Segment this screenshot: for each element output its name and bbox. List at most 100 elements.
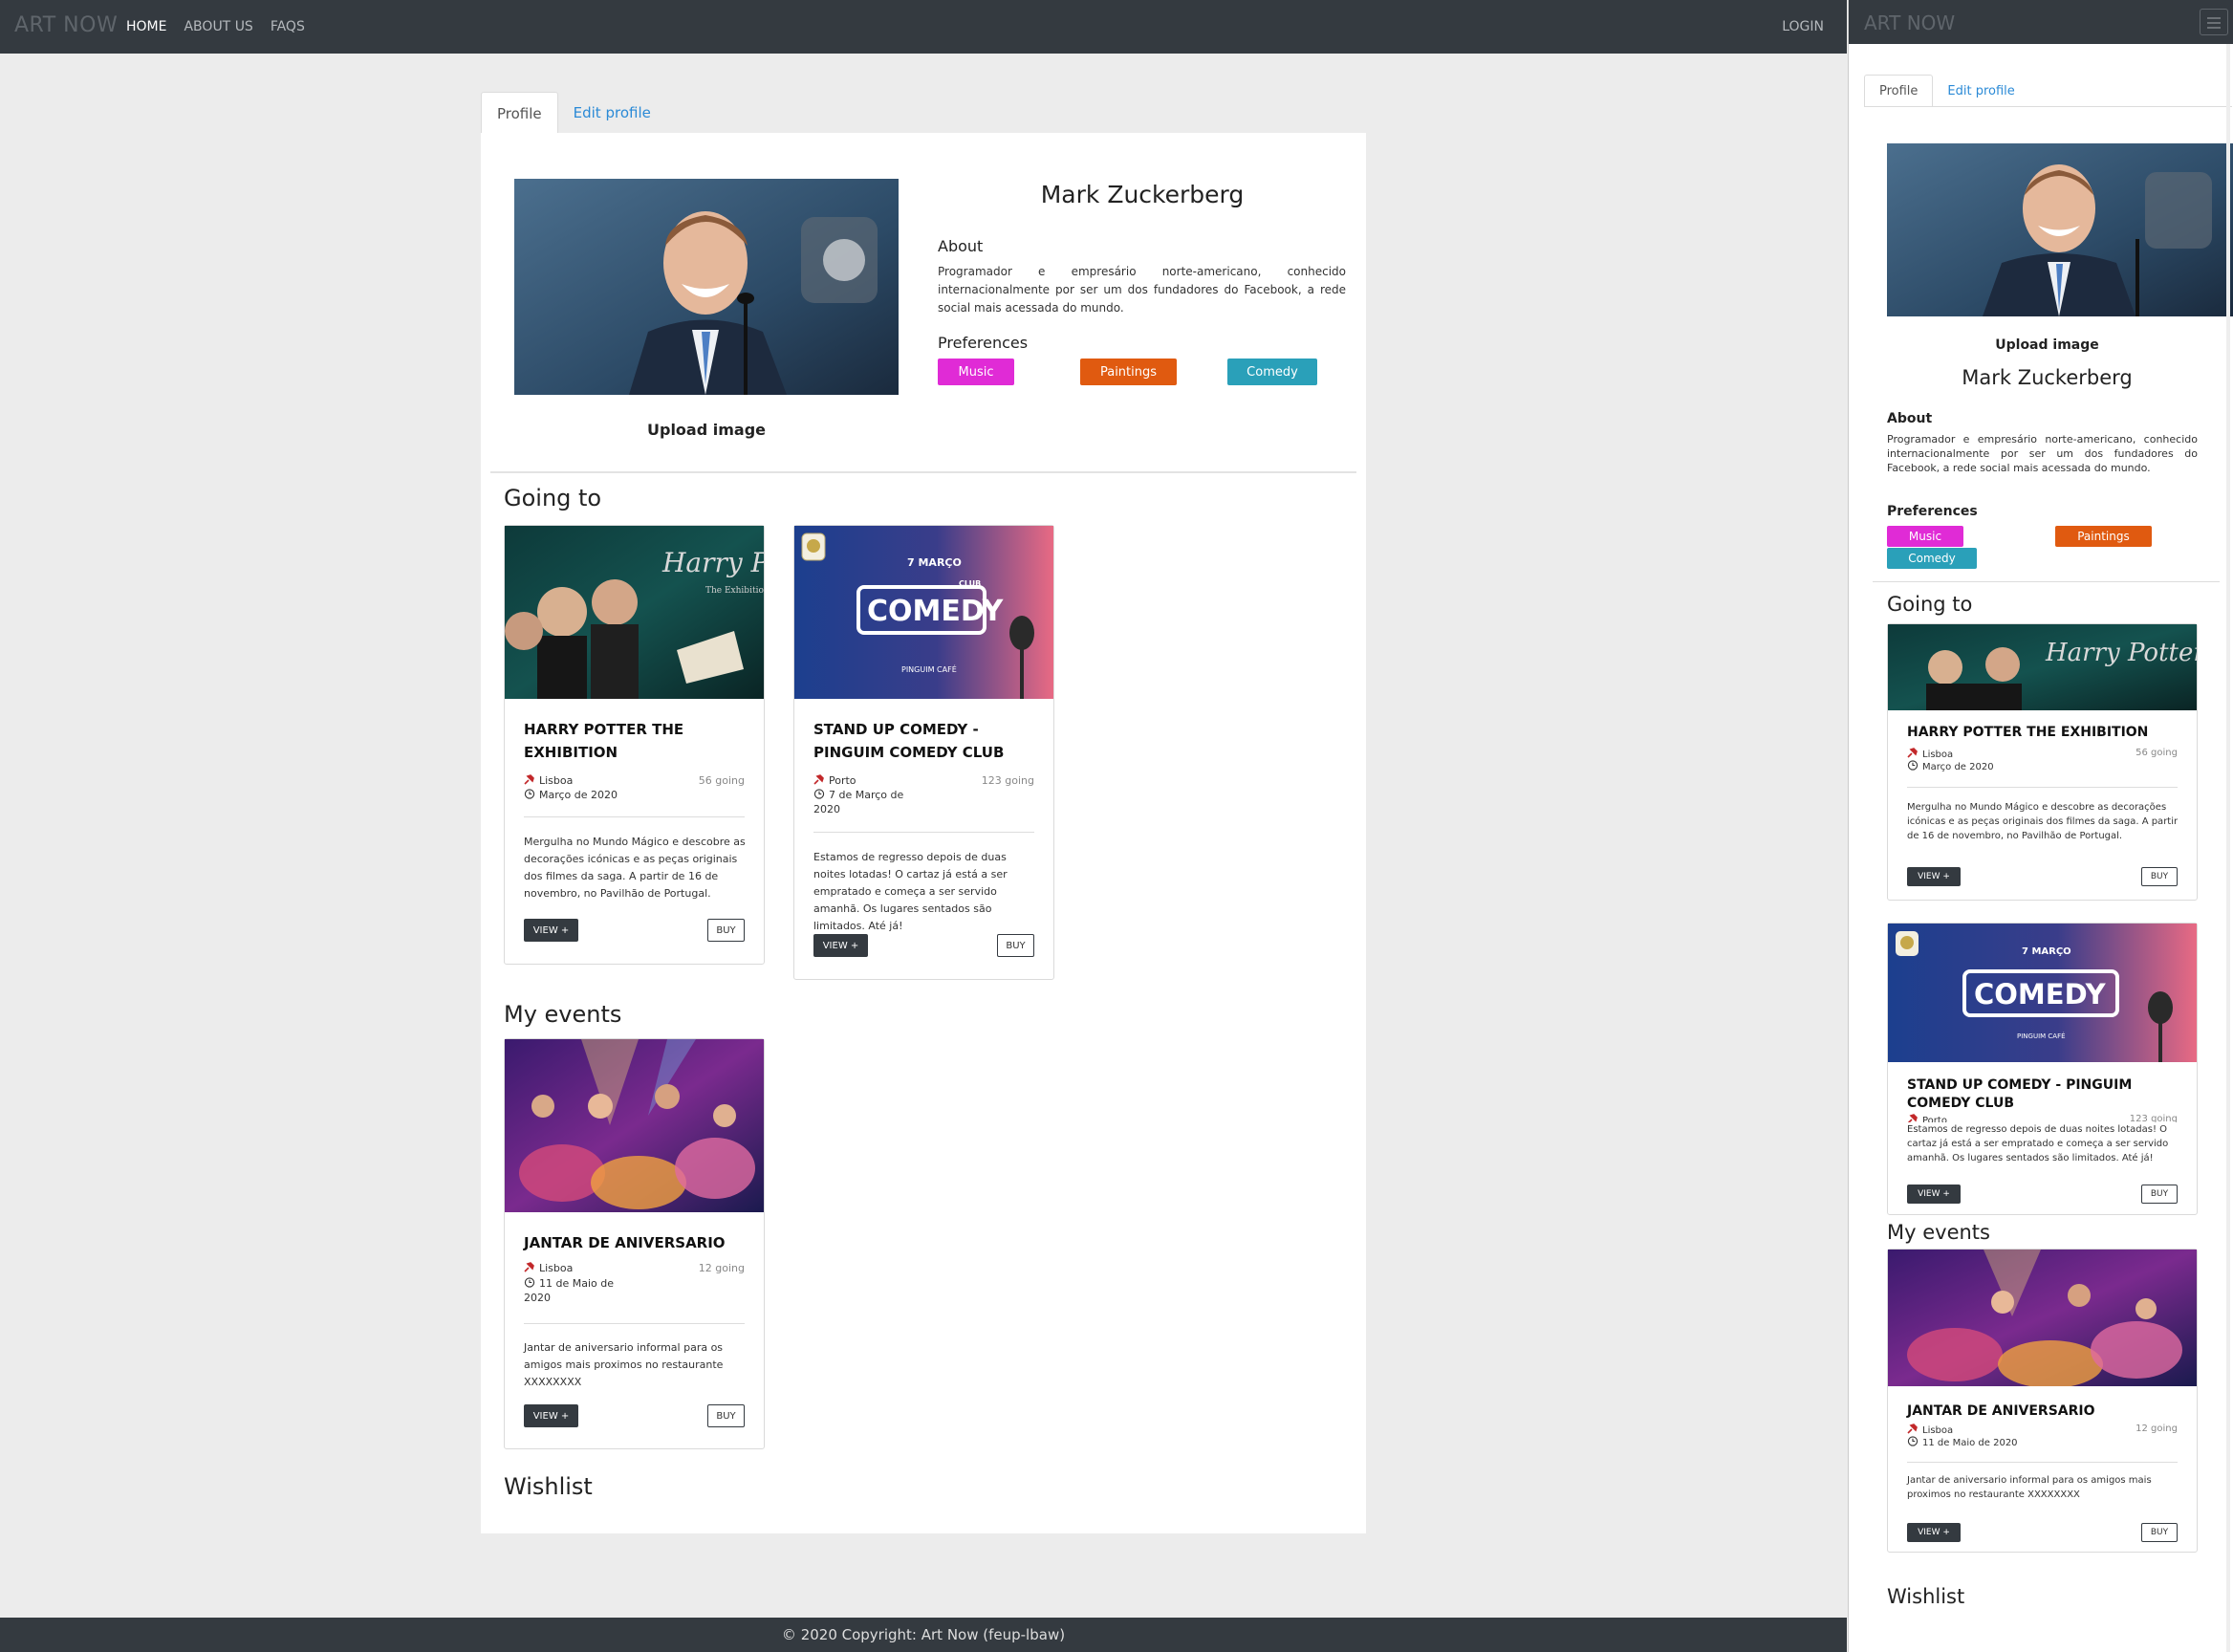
- event-description: Jantar de aniversario informal para os a…: [1907, 1475, 2152, 1500]
- buy-button[interactable]: BUY: [997, 934, 1034, 957]
- about-text: Programador e empresário norte-americano…: [1887, 433, 2198, 474]
- preference-tag-comedy[interactable]: Comedy: [1887, 548, 1977, 569]
- event-date: Março de 2020: [1907, 760, 1994, 772]
- preference-tag-music[interactable]: Music: [938, 359, 1014, 385]
- preferences-heading: Preferences: [938, 334, 1029, 352]
- event-description: Mergulha no Mundo Mágico e descobre as d…: [524, 836, 746, 900]
- comedy-date-text: 7 MARÇO: [2022, 946, 2071, 957]
- event-location: Lisboa: [524, 1262, 573, 1274]
- preference-tag-paintings[interactable]: Paintings: [2055, 526, 2152, 547]
- event-card-party: JANTAR DE ANIVERSARIO Lisboa 12 going 11…: [1887, 1249, 2198, 1553]
- event-title[interactable]: HARRY POTTER THE EXHIBITION: [524, 718, 744, 764]
- login-link[interactable]: LOGIN: [1782, 19, 1824, 34]
- footer: © 2020 Copyright: Art Now (feup-lbaw): [0, 1618, 1847, 1652]
- view-button[interactable]: VIEW +: [1907, 867, 1961, 886]
- card-divider: [524, 816, 745, 817]
- event-image-comedy[interactable]: 7 MARÇO COMEDY CLUB PINGUIM CAFÉ: [794, 526, 1053, 699]
- tab-profile[interactable]: Profile: [1864, 75, 1934, 107]
- view-button[interactable]: VIEW +: [524, 1404, 578, 1427]
- event-going-count: 123 going: [981, 774, 1034, 787]
- nav-home[interactable]: HOME: [126, 19, 166, 34]
- profile-tabs: Profile Edit profile: [481, 92, 666, 134]
- section-divider: [490, 471, 1356, 473]
- comedy-date-text: 7 MARÇO: [907, 556, 962, 569]
- hp-logo-subtext: The Exhibition: [705, 586, 764, 596]
- event-image-party[interactable]: [505, 1039, 764, 1212]
- comedy-word: COMEDY: [867, 595, 1005, 628]
- profile-name: Mark Zuckerberg: [1962, 366, 2133, 389]
- buy-button[interactable]: BUY: [2141, 1185, 2178, 1204]
- event-image-party[interactable]: [1888, 1250, 2197, 1386]
- event-card-comedy: 7 MARÇO COMEDY CLUB PINGUIM CAFÉ STAND U…: [793, 525, 1054, 980]
- map-pin-icon: [524, 1262, 534, 1272]
- buy-button[interactable]: BUY: [2141, 1523, 2178, 1542]
- buy-button[interactable]: BUY: [707, 1404, 745, 1427]
- mobile-profile-photo: [1887, 143, 2233, 316]
- event-card-harry-potter: Harry Potter HARRY POTTER THE EXHIBITION…: [1887, 623, 2198, 901]
- tab-edit-profile[interactable]: Edit profile: [558, 92, 666, 134]
- event-title[interactable]: STAND UP COMEDY - PINGUIM COMEDY CLUB: [1907, 1076, 2184, 1113]
- event-location: Lisboa: [524, 774, 573, 787]
- preferences-heading: Preferences: [1887, 504, 1978, 519]
- mobile-brand-logo[interactable]: ART NOW: [1864, 11, 1955, 34]
- preference-tag-paintings[interactable]: Paintings: [1080, 359, 1177, 385]
- event-title[interactable]: HARRY POTTER THE EXHIBITION: [1907, 724, 2184, 742]
- event-description: Mergulha no Mundo Mágico e descobre as d…: [1907, 802, 2179, 841]
- going-to-heading: Going to: [1887, 593, 1973, 616]
- event-card-harry-potter: Harry Potter The Exhibition HARRY POTTER…: [504, 525, 765, 965]
- mobile-navbar: ART NOW: [1849, 0, 2233, 44]
- profile-photo: [514, 179, 899, 395]
- comedy-word: COMEDY: [1974, 978, 2107, 1011]
- event-title[interactable]: STAND UP COMEDY - PINGUIM COMEDY CLUB: [813, 718, 1033, 764]
- card-divider: [1907, 1462, 2178, 1463]
- event-going-count: 12 going: [2135, 1424, 2178, 1434]
- hp-logo-text: Harry Potter: [2045, 639, 2197, 667]
- desktop-view: ART NOW HOME ABOUT US FAQS LOGIN Profile…: [0, 0, 1847, 1652]
- event-image-comedy[interactable]: 7 MARÇO COMEDY PINGUIM CAFÉ: [1888, 924, 2197, 1062]
- event-image-harry-potter[interactable]: Harry Potter The Exhibition: [505, 526, 764, 699]
- preference-tag-comedy[interactable]: Comedy: [1227, 359, 1317, 385]
- about-heading: About: [938, 237, 984, 255]
- view-button[interactable]: VIEW +: [1907, 1185, 1961, 1204]
- tab-edit-profile[interactable]: Edit profile: [1933, 75, 2028, 107]
- event-title[interactable]: JANTAR DE ANIVERSARIO: [1907, 1402, 2184, 1421]
- event-title[interactable]: JANTAR DE ANIVERSARIO: [524, 1231, 744, 1254]
- event-date: Março de 2020: [524, 788, 629, 802]
- card-divider: [1907, 787, 2178, 788]
- event-description: Jantar de aniversario informal para os a…: [524, 1341, 724, 1388]
- nav-about-us[interactable]: ABOUT US: [184, 19, 252, 34]
- brand-logo[interactable]: ART NOW: [14, 13, 118, 37]
- view-button[interactable]: VIEW +: [524, 919, 578, 942]
- nav-faqs[interactable]: FAQS: [271, 19, 305, 34]
- mobile-profile-tabs: Profile Edit profile: [1864, 75, 2029, 107]
- map-pin-icon: [1907, 748, 1918, 758]
- view-button[interactable]: VIEW +: [1907, 1523, 1961, 1542]
- buy-button[interactable]: BUY: [707, 919, 745, 942]
- mobile-view: ART NOW Profile Edit profile Upload imag…: [1848, 0, 2233, 1652]
- map-pin-icon: [1907, 1424, 1918, 1434]
- clock-icon: [524, 789, 535, 799]
- scrollbar[interactable]: [2226, 44, 2230, 1652]
- event-location: Lisboa: [1907, 1424, 1953, 1436]
- event-description: Estamos de regresso depois de duas noite…: [1907, 1122, 2179, 1165]
- upload-image-link[interactable]: Upload image: [514, 421, 899, 439]
- buy-button[interactable]: BUY: [2141, 867, 2178, 886]
- view-button[interactable]: VIEW +: [813, 934, 868, 957]
- profile-panel: Upload image Mark Zuckerberg About Progr…: [481, 133, 1366, 1533]
- nav-links: HOME ABOUT US FAQS: [126, 19, 305, 34]
- event-card-comedy: 7 MARÇO COMEDY PINGUIM CAFÉ STAND UP COM…: [1887, 923, 2198, 1215]
- upload-image-link[interactable]: Upload image: [1887, 337, 2207, 353]
- event-going-count: 56 going: [698, 774, 745, 787]
- hamburger-menu-icon[interactable]: [2200, 9, 2228, 35]
- comedy-venue-text: PINGUIM CAFÉ: [901, 663, 957, 674]
- card-divider: [524, 1323, 745, 1324]
- profile-name: Mark Zuckerberg: [1040, 181, 1245, 208]
- event-going-count: 56 going: [2135, 748, 2178, 758]
- preference-tag-music[interactable]: Music: [1887, 526, 1963, 547]
- tab-profile[interactable]: Profile: [481, 92, 558, 134]
- tab-underline: [1864, 106, 2232, 107]
- event-image-harry-potter[interactable]: Harry Potter: [1888, 624, 2197, 710]
- about-heading: About: [1887, 411, 1933, 426]
- clock-icon: [813, 789, 825, 799]
- event-date: 7 de Março de 2020: [813, 789, 904, 815]
